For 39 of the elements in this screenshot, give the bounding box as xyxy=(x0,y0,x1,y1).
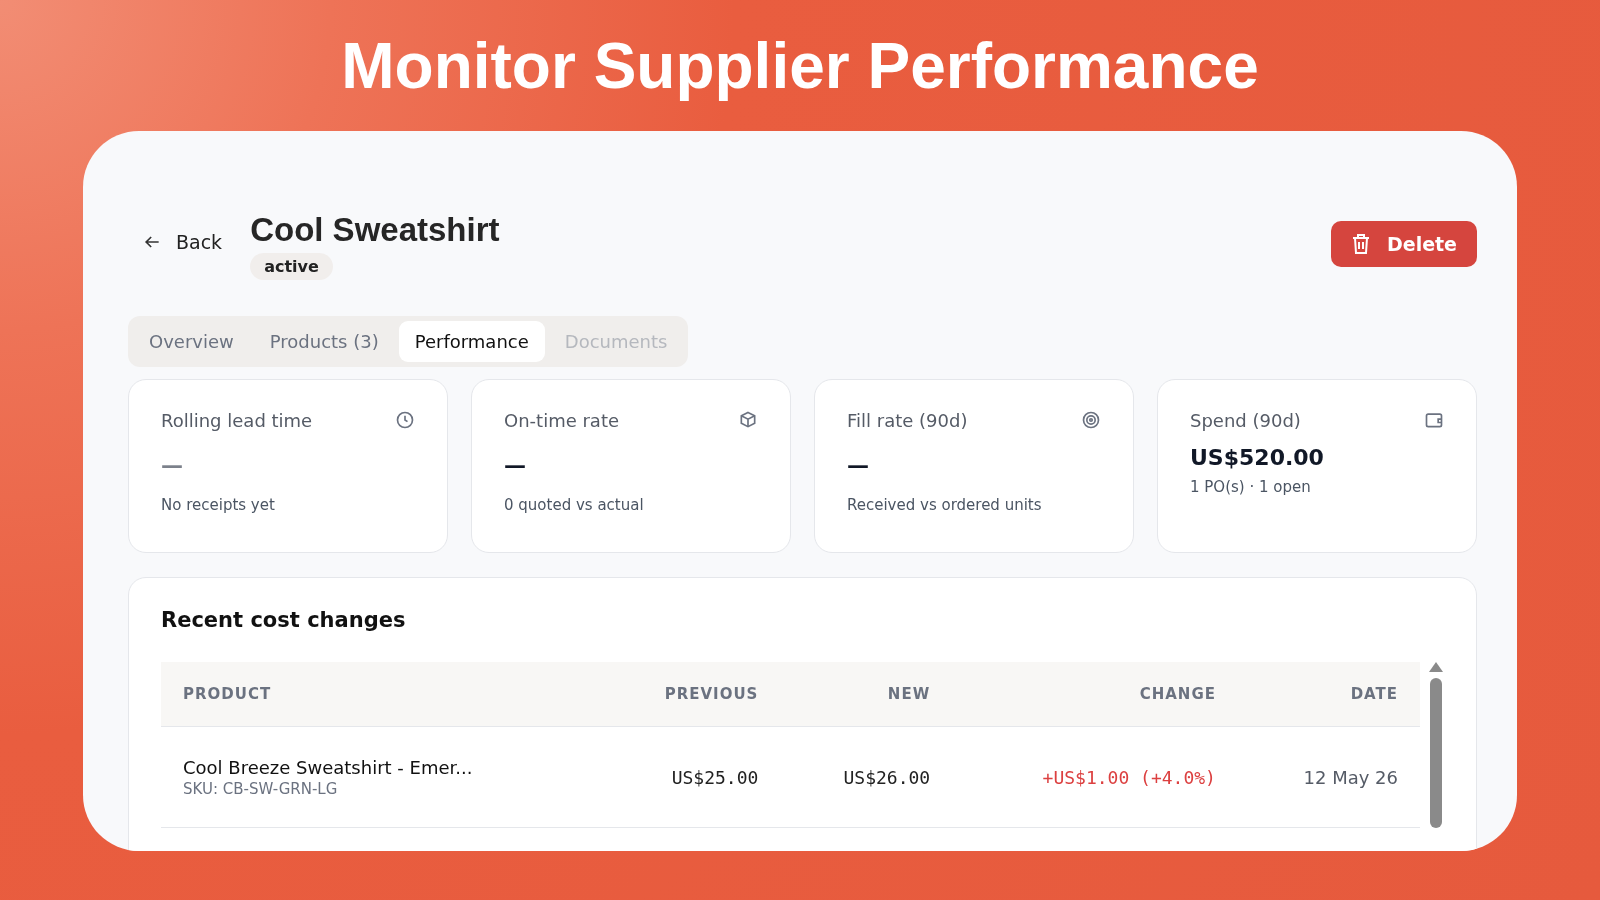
target-icon xyxy=(1081,410,1101,430)
column-header: PRODUCT xyxy=(161,662,600,727)
table-cell: US$25.00 xyxy=(671,766,759,788)
product-sku: SKU: CB-SW-GRN-LG xyxy=(183,779,339,798)
column-header: NEW xyxy=(780,662,953,727)
table-cell: +US$1.00 (+4.0%) xyxy=(1042,766,1216,788)
metric-note: Received vs ordered units xyxy=(847,496,1043,514)
metric-label: On-time rate xyxy=(504,410,620,431)
back-button[interactable]: Back xyxy=(128,231,223,253)
column-header: CHANGE xyxy=(952,662,1238,727)
metric-note: 0 quoted vs actual xyxy=(504,496,645,514)
wallet-icon xyxy=(1424,410,1444,430)
table-cell: 12 May 26 xyxy=(1303,766,1398,788)
status-badge: active xyxy=(250,253,333,280)
headline: Monitor Supplier Performance xyxy=(340,28,1260,104)
tab[interactable]: Overview xyxy=(133,321,250,362)
tab[interactable]: Performance xyxy=(398,321,545,362)
metric-note: No receipts yet xyxy=(161,496,276,514)
scrollbar-thumb[interactable] xyxy=(1430,678,1442,828)
metric-value: US$520.00 xyxy=(1190,445,1325,470)
table-cell: US$26.00 xyxy=(843,766,931,788)
metric-label: Rolling lead time xyxy=(161,410,313,431)
column-header: PREVIOUS xyxy=(599,662,781,727)
page-title: Cool Sweatshirt xyxy=(250,211,500,249)
column-header: DATE xyxy=(1237,662,1420,727)
trash-icon xyxy=(1350,233,1371,255)
clock-icon xyxy=(395,410,415,430)
scroll-up-icon[interactable] xyxy=(1429,662,1443,672)
metric-value: — xyxy=(847,453,870,478)
tab[interactable]: Products (3) xyxy=(253,321,395,362)
metric-note: 1 PO(s) · 1 open xyxy=(1190,478,1312,496)
metric-label: Spend (90d) xyxy=(1190,410,1301,431)
section-title: Recent cost changes xyxy=(161,608,407,632)
metric-label: Fill rate (90d) xyxy=(847,410,968,431)
product-name: Cool Breeze Sweatshirt - Emer... xyxy=(183,756,474,778)
box-icon xyxy=(738,410,758,430)
metric-value: — xyxy=(161,453,184,478)
metric-value: — xyxy=(504,453,527,478)
delete-button[interactable]: Delete xyxy=(1330,221,1477,267)
